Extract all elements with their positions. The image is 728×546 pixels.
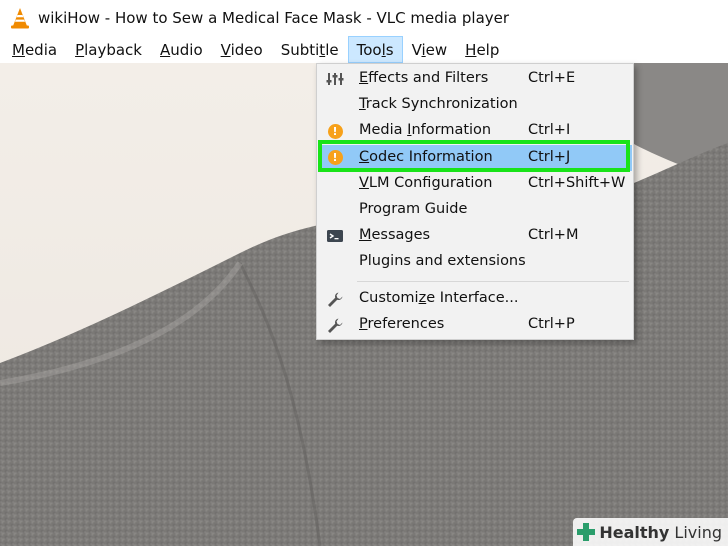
menu-playback[interactable]: Playback (66, 36, 151, 63)
menu-view[interactable]: View (403, 36, 457, 63)
plus-cross-icon (577, 523, 596, 541)
menu-tools[interactable]: Tools (347, 36, 403, 63)
menu-item-preferences[interactable]: Preferences Ctrl+P (318, 312, 632, 338)
menu-bar: Media Playback Audio Video Subtitle Tools View… (0, 36, 728, 63)
menu-item-label: VLM Configuration (359, 174, 493, 191)
menu-item-messages[interactable]: Messages Ctrl+M (318, 223, 632, 249)
menu-item-plugins-and-extensions[interactable]: Plugins and extensions (318, 249, 632, 275)
menu-audio[interactable]: Audio (151, 36, 212, 63)
tools-menu-dropdown: Effects and Filters Ctrl+E Track Synchroni… (316, 63, 634, 340)
menu-item-label: Media Information (359, 122, 492, 139)
menu-item-shortcut: Ctrl+J (528, 148, 571, 165)
wrench-icon (326, 291, 344, 308)
vlc-cone-icon (10, 7, 30, 29)
terminal-icon (326, 228, 344, 244)
menu-help[interactable]: Help (456, 36, 508, 63)
menu-item-shortcut: Ctrl+I (528, 122, 571, 139)
menu-item-label: Customize Interface... (359, 290, 519, 307)
menu-item-media-information[interactable]: ! Media Information Ctrl+I (318, 118, 632, 144)
menu-item-shortcut: Ctrl+Shift+W (528, 174, 626, 191)
info-icon: ! (326, 123, 344, 139)
watermark-text: Healthy Living (599, 522, 722, 542)
menu-separator (357, 280, 629, 282)
menu-item-customize-interface[interactable]: Customize Interface... (318, 286, 632, 312)
menu-item-shortcut: Ctrl+M (528, 227, 579, 244)
menu-item-effects-and-filters[interactable]: Effects and Filters Ctrl+E (318, 66, 632, 92)
menu-item-track-synchronization[interactable]: Track Synchronization (318, 92, 632, 118)
menu-video[interactable]: Video (212, 36, 272, 63)
title-bar[interactable]: wikiHow - How to Sew a Medical Face Mask… (0, 0, 728, 36)
menu-item-shortcut: Ctrl+P (528, 316, 575, 333)
menu-item-label: Plugins and extensions (359, 253, 526, 270)
menu-media[interactable]: Media (0, 36, 66, 63)
menu-item-program-guide[interactable]: Program Guide (318, 197, 632, 223)
equalizer-icon (326, 71, 344, 87)
menu-item-label: Preferences (359, 316, 445, 333)
menu-item-label: Codec Information (359, 148, 493, 165)
window-title: wikiHow - How to Sew a Medical Face Mask… (38, 9, 510, 27)
menu-item-label: Track Synchronization (359, 96, 518, 113)
menu-item-label: Messages (359, 227, 431, 244)
info-icon: ! (326, 150, 344, 166)
menu-item-codec-information[interactable]: ! Codec Information Ctrl+J (318, 144, 632, 171)
menu-item-label: Program Guide (359, 201, 468, 217)
menu-item-shortcut: Ctrl+E (528, 70, 576, 86)
menu-item-label: Effects and Filters (359, 70, 489, 86)
vlc-window: wikiHow - How to Sew a Medical Face Mask… (0, 0, 728, 546)
wrench-icon (326, 317, 344, 334)
menu-item-vlm-configuration[interactable]: VLM Configuration Ctrl+Shift+W (318, 171, 632, 197)
watermark: Healthy Living (573, 518, 728, 546)
menu-subtitle[interactable]: Subtitle (272, 36, 348, 63)
